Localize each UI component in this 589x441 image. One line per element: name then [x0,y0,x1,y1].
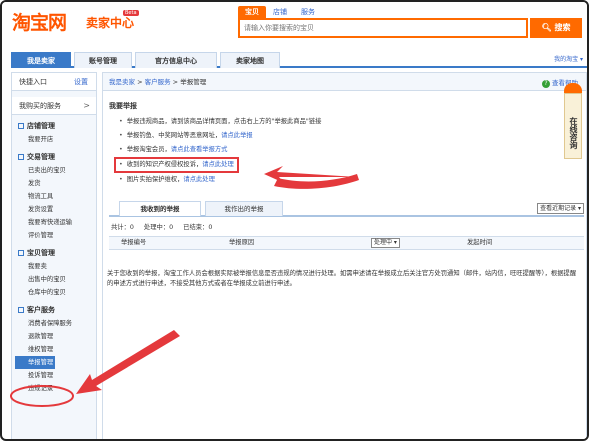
collapse-icon [18,154,24,160]
my-taobao-link[interactable]: 我的淘宝 ▾ [554,54,583,63]
sidebar-item[interactable]: 我要寄快递运输 [12,216,96,229]
sidebar-group-shop: 店铺管理 我要开店 [12,119,96,146]
tip-text: 举报淘宝会员， [126,146,171,153]
view-recent-label: 查看近期记录 [540,205,577,212]
search-input[interactable] [240,20,524,36]
ip-complaint-link[interactable]: 请点此处理 [202,161,233,168]
group-title-label: 店铺管理 [27,122,55,130]
status-filter-select[interactable]: 处理中 ▾ [371,238,400,248]
tips-list: 举报违规商品，请到该商品详情页面，点击右上方的"举报此商品"链接 举报钓鱼、中奖… [114,115,559,187]
online-consult-button[interactable]: 在线咨询 [564,93,582,159]
sidebar-group-customer-service: 客户服务 消费者保障服务 退款管理 维权管理 举报管理 投诉管理 违规记录 [12,303,96,395]
beta-badge: Beta [123,10,139,16]
nav-tab-seller[interactable]: 我是卖家 [11,52,71,68]
sidebar-item[interactable]: 我要卖 [12,260,96,273]
sidebar-group-title[interactable]: 店铺管理 [12,119,96,133]
report-tabs: 我收到的举报 我作出的举报 查看近期记录 ▾ [109,201,584,217]
search-tab-item[interactable]: 宝贝 [238,6,266,18]
sidebar-item[interactable]: 维权管理 [12,343,96,356]
nav-tab-seller-map[interactable]: 卖家地图 [220,52,280,68]
group-title-label: 客户服务 [27,306,55,314]
group-title-label: 交易管理 [27,153,55,161]
view-recent-select[interactable]: 查看近期记录 ▾ [537,203,584,214]
report-note: 关于您收到的举报，淘宝工作人员会根据实际被举报信息是否违规的情况进行处理。如需申… [107,270,577,287]
tip-item: 举报淘宝会员，请点此查看举报方式 [119,143,559,157]
tip-item: 举报钓鱼、中奖网站等恶意网址，请点此举报 [119,129,559,143]
count-total: 共计：0 [111,224,134,231]
sidebar: 快捷入口 设置 我购买的服务 > 店铺管理 我要开店 交易管理 已卖出的宝贝 发… [11,72,97,439]
tip-text: 举报违规商品，请到该商品详情页面，点击右上方的"举报此商品"链接 [126,118,322,125]
status-filter-label: 处理中 [374,239,393,246]
breadcrumb-seller[interactable]: 我是卖家 [109,78,135,86]
tab-sent-reports[interactable]: 我作出的举报 [205,201,283,216]
report-counts: 共计：0 处理中：0 已结束：0 [111,222,220,231]
search-button-label: 搜索 [554,23,571,32]
sidebar-item[interactable]: 投诉管理 [12,369,96,382]
group-title-label: 宝贝管理 [27,249,55,257]
table-header: 举报编号 举报原因 处理中 ▾ 发起时间 [109,236,584,250]
main-nav: 我是卖家 账号管理 官方信息中心 卖家地图 我的淘宝 ▾ [11,50,587,68]
tip-text: 举报钓鱼、中奖网站等恶意网址， [126,132,222,139]
sidebar-group-items: 宝贝管理 我要卖 出售中的宝贝 仓库中的宝贝 [12,246,96,299]
tip-item: 图片实拍保护维权，请点此处理 [119,173,559,187]
sidebar-group-title[interactable]: 交易管理 [12,150,96,164]
sidebar-item[interactable]: 仓库中的宝贝 [12,286,96,299]
search-box [238,18,528,38]
sidebar-item[interactable]: 出售中的宝贝 [12,273,96,286]
browser-frame: 淘宝网 卖家中心 Beta 宝贝 店铺 服务 🔍︎ 搜索 我是卖家 账号管理 官… [0,0,589,441]
search-tabs: 宝贝 店铺 服务 [238,6,322,18]
search-tab-service[interactable]: 服务 [294,6,322,18]
sidebar-item[interactable]: 已卖出的宝贝 [12,164,96,177]
search-tab-shop[interactable]: 店铺 [266,6,294,18]
collapse-icon [18,307,24,313]
sidebar-group-trade: 交易管理 已卖出的宝贝 发货 物流工具 发货设置 我要寄快递运输 评价管理 [12,150,96,242]
seller-center-title: 卖家中心 [86,16,135,30]
sidebar-item[interactable]: 退款管理 [12,330,96,343]
chevron-right-icon: > [83,101,90,110]
quick-entry-label: 快捷入口 [19,78,47,86]
count-finished: 已结束：0 [183,224,213,231]
bought-services-label: 我购买的服务 [19,102,61,110]
tip-text: 图片实拍保护维权， [126,176,184,183]
col-report-reason: 举报原因 [229,239,255,246]
collapse-icon [18,250,24,256]
tab-received-reports[interactable]: 我收到的举报 [119,201,201,216]
header: 淘宝网 卖家中心 Beta 宝贝 店铺 服务 🔍︎ 搜索 [2,2,587,46]
bought-services[interactable]: 我购买的服务 > [12,97,96,115]
sidebar-item[interactable]: 我要开店 [12,133,96,146]
sidebar-item-report-management[interactable]: 举报管理 [15,356,55,369]
report-member-link[interactable]: 请点此查看举报方式 [171,146,228,153]
sidebar-group-title[interactable]: 客户服务 [12,303,96,317]
sidebar-item[interactable]: 评价管理 [12,229,96,242]
nav-tab-account[interactable]: 账号管理 [74,52,132,68]
search-button[interactable]: 🔍︎ 搜索 [530,18,582,38]
taobao-logo[interactable]: 淘宝网 [12,8,67,35]
sidebar-item[interactable]: 发货 [12,177,96,190]
image-protection-link[interactable]: 请点此处理 [183,176,214,183]
breadcrumb: 我是卖家 > 客户服务 > 举报管理 [103,73,586,91]
nav-tab-official-info[interactable]: 官方信息中心 [135,52,217,68]
main-panel: 我是卖家 > 客户服务 > 举报管理 ?查看帮助 我要举报 在线咨询 举报违规商… [102,72,587,439]
quick-entry-settings[interactable]: 设置 [74,73,88,91]
tip-text: 收到的知识产权侵权投诉， [126,161,203,168]
sidebar-item[interactable]: 发货设置 [12,203,96,216]
quick-entry: 快捷入口 设置 [12,73,96,91]
tip-item-ip-complaint: 收到的知识产权侵权投诉，请点此处理 [114,157,239,173]
search-icon: 🔍︎ [541,23,552,32]
sidebar-item[interactable]: 违规记录 [12,382,96,395]
report-phishing-link[interactable]: 请点此举报 [221,132,252,139]
collapse-icon [18,123,24,129]
my-taobao-label: 我的淘宝 [554,56,579,63]
col-report-id: 举报编号 [121,239,147,246]
sidebar-group-title[interactable]: 宝贝管理 [12,246,96,260]
question-icon: ? [542,80,550,88]
sidebar-item[interactable]: 消费者保障服务 [12,317,96,330]
tip-item: 举报违规商品，请到该商品详情页面，点击右上方的"举报此商品"链接 [119,115,559,129]
breadcrumb-current: 举报管理 [180,78,207,86]
breadcrumb-customer-service[interactable]: 客户服务 [145,78,171,86]
sidebar-item[interactable]: 物流工具 [12,190,96,203]
col-start-time: 发起时间 [467,239,493,246]
count-processing: 处理中：0 [143,224,174,231]
section-title: 我要举报 [109,102,137,110]
